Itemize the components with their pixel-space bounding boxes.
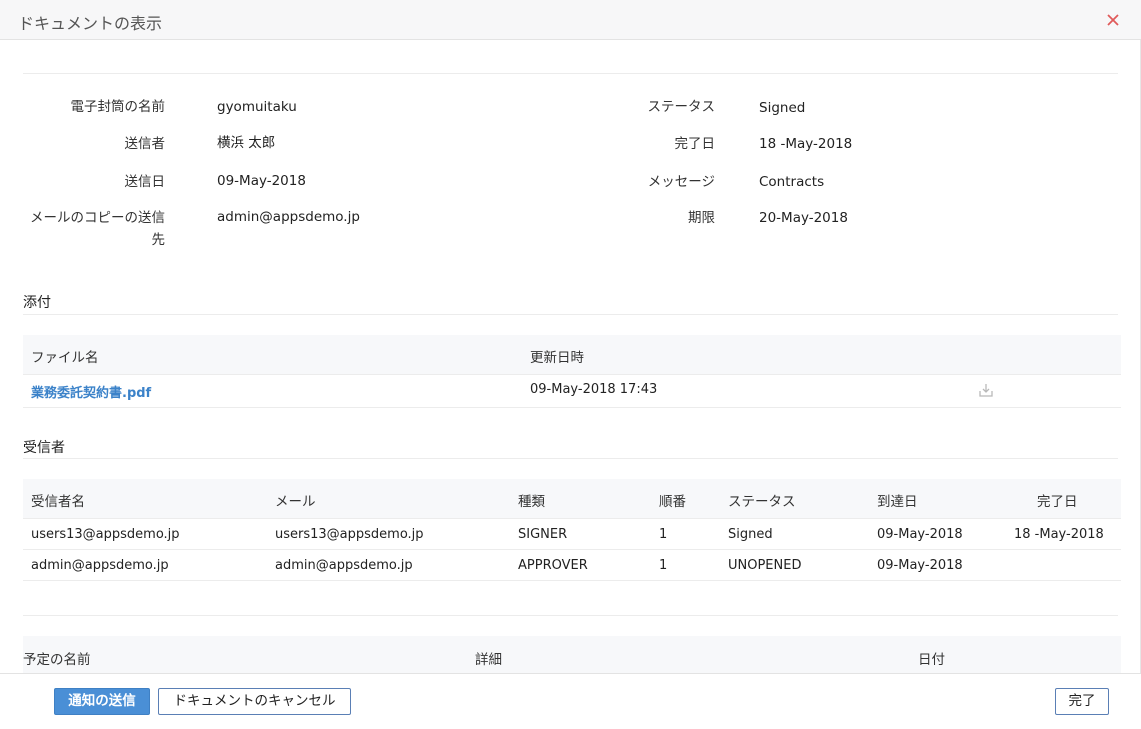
recipients-header-row <box>23 479 1121 519</box>
recipient-arrived: 09-May-2018 <box>877 527 963 542</box>
recipient-status: UNOPENED <box>728 558 802 573</box>
message-value: Contracts <box>759 174 825 190</box>
status-value: Signed <box>759 100 806 116</box>
attachment-updated: 09-May-2018 17:43 <box>530 382 658 397</box>
completed-date-label: 完了日 <box>674 136 716 152</box>
sender-value: 横浜 太郎 <box>217 135 276 151</box>
recipient-name: admin@appsdemo.jp <box>31 558 169 573</box>
attachment-file-link[interactable]: 業務委託契約書.pdf <box>31 382 151 401</box>
envelope-name-value: gyomuitaku <box>217 99 297 115</box>
divider <box>23 73 1118 74</box>
cc-label-line2: 先 <box>151 232 166 248</box>
recipient-completed: 18 -May-2018 <box>1014 527 1104 542</box>
completed-date-value: 18 -May-2018 <box>759 136 853 152</box>
sent-date-value: 09-May-2018 <box>217 173 306 189</box>
status-header: ステータス <box>728 494 796 510</box>
order-header: 順番 <box>659 494 686 510</box>
send-notice-button[interactable]: 通知の送信 <box>54 688 150 715</box>
recipient-order: 1 <box>659 527 668 542</box>
arrived-header: 到達日 <box>877 494 918 510</box>
download-icon[interactable] <box>978 382 994 398</box>
cc-label-line1: メールのコピーの送信 <box>30 210 165 226</box>
schedule-name-header: 予定の名前 <box>23 652 91 668</box>
dialog-title: ドキュメントの表示 <box>18 14 163 33</box>
sender-label: 送信者 <box>124 136 166 152</box>
sent-date-label: 送信日 <box>124 174 166 190</box>
envelope-name-label: 電子封筒の名前 <box>70 99 166 115</box>
schedule-header-row <box>23 636 1121 673</box>
updated-header: 更新日時 <box>530 350 584 366</box>
close-icon[interactable] <box>1105 8 1121 30</box>
recipient-mail: admin@appsdemo.jp <box>275 558 413 573</box>
recipient-type: APPROVER <box>518 558 588 573</box>
dialog-header: ドキュメントの表示 <box>0 0 1141 40</box>
recipient-type: SIGNER <box>518 527 568 542</box>
attachments-title: 添付 <box>23 295 51 311</box>
document-view-dialog: ドキュメントの表示 電子封筒の名前 gyomuitaku 送信者 横浜 太郎 送… <box>0 0 1141 729</box>
status-label: ステータス <box>647 99 716 115</box>
schedule-detail-header: 詳細 <box>475 652 502 668</box>
cc-label: メールのコピーの送信 先 <box>10 207 165 251</box>
recipient-status: Signed <box>728 527 773 542</box>
message-label: メッセージ <box>647 174 715 190</box>
expiry-value: 20-May-2018 <box>759 210 848 226</box>
mail-header: メール <box>275 494 316 510</box>
divider <box>23 549 1121 550</box>
divider <box>23 314 1118 315</box>
divider <box>23 518 1121 519</box>
divider <box>23 374 1121 375</box>
schedule-date-header: 日付 <box>918 652 945 668</box>
cc-value: admin@appsdemo.jp <box>217 209 360 225</box>
divider <box>23 615 1118 616</box>
file-name-header: ファイル名 <box>31 350 99 366</box>
done-button[interactable]: 完了 <box>1055 688 1109 715</box>
completed-header: 完了日 <box>1037 494 1078 510</box>
divider <box>23 407 1121 408</box>
recipient-order: 1 <box>659 558 668 573</box>
cancel-document-button[interactable]: ドキュメントのキャンセル <box>158 688 351 715</box>
recipient-mail: users13@appsdemo.jp <box>275 527 424 542</box>
dialog-footer: 通知の送信 ドキュメントのキャンセル 完了 <box>0 673 1141 729</box>
recipient-arrived: 09-May-2018 <box>877 558 963 573</box>
expiry-label: 期限 <box>688 210 715 226</box>
recipient-name-header: 受信者名 <box>31 494 85 510</box>
type-header: 種類 <box>518 494 545 510</box>
dialog-content: 電子封筒の名前 gyomuitaku 送信者 横浜 太郎 送信日 09-May-… <box>0 40 1141 673</box>
recipient-name: users13@appsdemo.jp <box>31 527 180 542</box>
divider <box>23 580 1121 581</box>
divider <box>23 458 1118 459</box>
recipients-title: 受信者 <box>23 440 65 456</box>
